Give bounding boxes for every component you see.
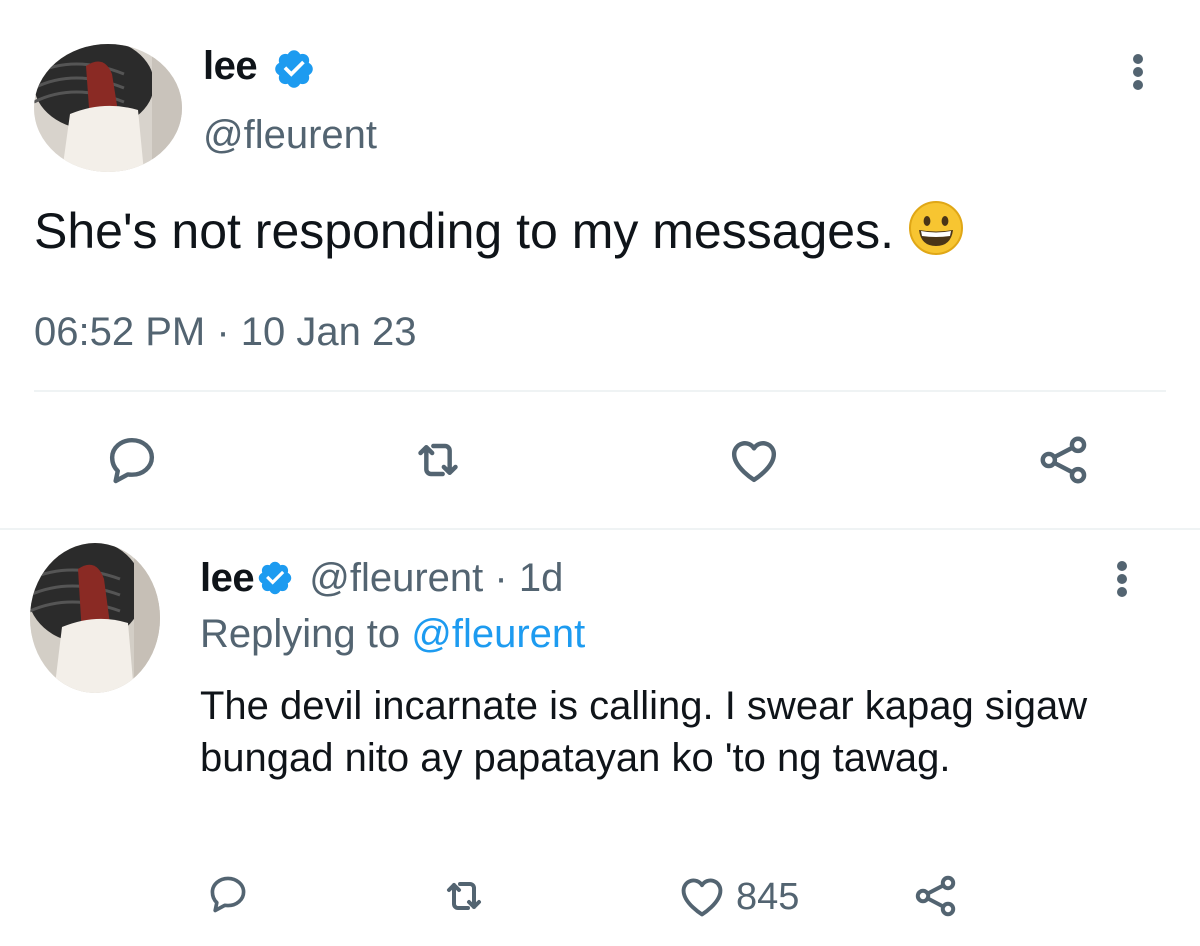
like-count: 845 [736, 876, 800, 918]
handle[interactable]: @fleurent [203, 113, 377, 158]
like-icon [681, 878, 723, 917]
tweet-timestamp[interactable]: 06:52 PM · 10 Jan 23 [34, 310, 416, 355]
like-icon [731, 441, 777, 483]
retweet-button[interactable] [410, 432, 466, 488]
reply-display-name[interactable]: lee [200, 556, 255, 600]
grinning-face-emoji-icon [909, 201, 964, 255]
reply-header: lee @fleurent · 1d [200, 556, 563, 601]
divider [34, 390, 1166, 392]
share-button[interactable] [1036, 432, 1092, 488]
reply-share-button[interactable] [912, 872, 960, 920]
reply-text: The devil incarnate is calling. I swear … [200, 684, 1088, 780]
reply-icon [109, 437, 155, 484]
reply-handle[interactable]: @fleurent [309, 556, 483, 600]
retweet-icon [418, 443, 458, 477]
tweet-separator [0, 528, 1200, 530]
share-icon [915, 875, 956, 917]
share-icon [1040, 436, 1087, 484]
verified-badge-icon [258, 561, 292, 595]
replying-to-label: Replying to [200, 612, 401, 656]
verified-badge-icon [275, 50, 313, 88]
replying-to-mention[interactable]: @fleurent [411, 612, 585, 656]
main-tweet: lee @fleurent She's not responding to my… [0, 0, 1200, 528]
tweet-text: She's not responding to my messages. [34, 200, 964, 260]
replying-to: Replying to @fleurent [200, 612, 585, 657]
avatar[interactable] [34, 44, 182, 172]
like-button[interactable] [726, 432, 782, 488]
reply-avatar[interactable] [30, 543, 160, 693]
reply-button[interactable] [104, 432, 160, 488]
tweet-text-content: She's not responding to my messages. [34, 203, 895, 259]
more-options-icon[interactable] [1120, 50, 1156, 94]
reply-like-button[interactable] [676, 870, 728, 922]
display-name[interactable]: lee [203, 44, 258, 89]
reply-more-options-icon[interactable] [1104, 557, 1140, 601]
meta-separator: · [494, 556, 508, 600]
reply-age[interactable]: 1d [519, 556, 564, 600]
reply-icon [210, 876, 246, 913]
reply-reply-button[interactable] [206, 872, 250, 916]
reply-retweet-button[interactable] [440, 872, 488, 920]
retweet-icon [447, 882, 481, 910]
